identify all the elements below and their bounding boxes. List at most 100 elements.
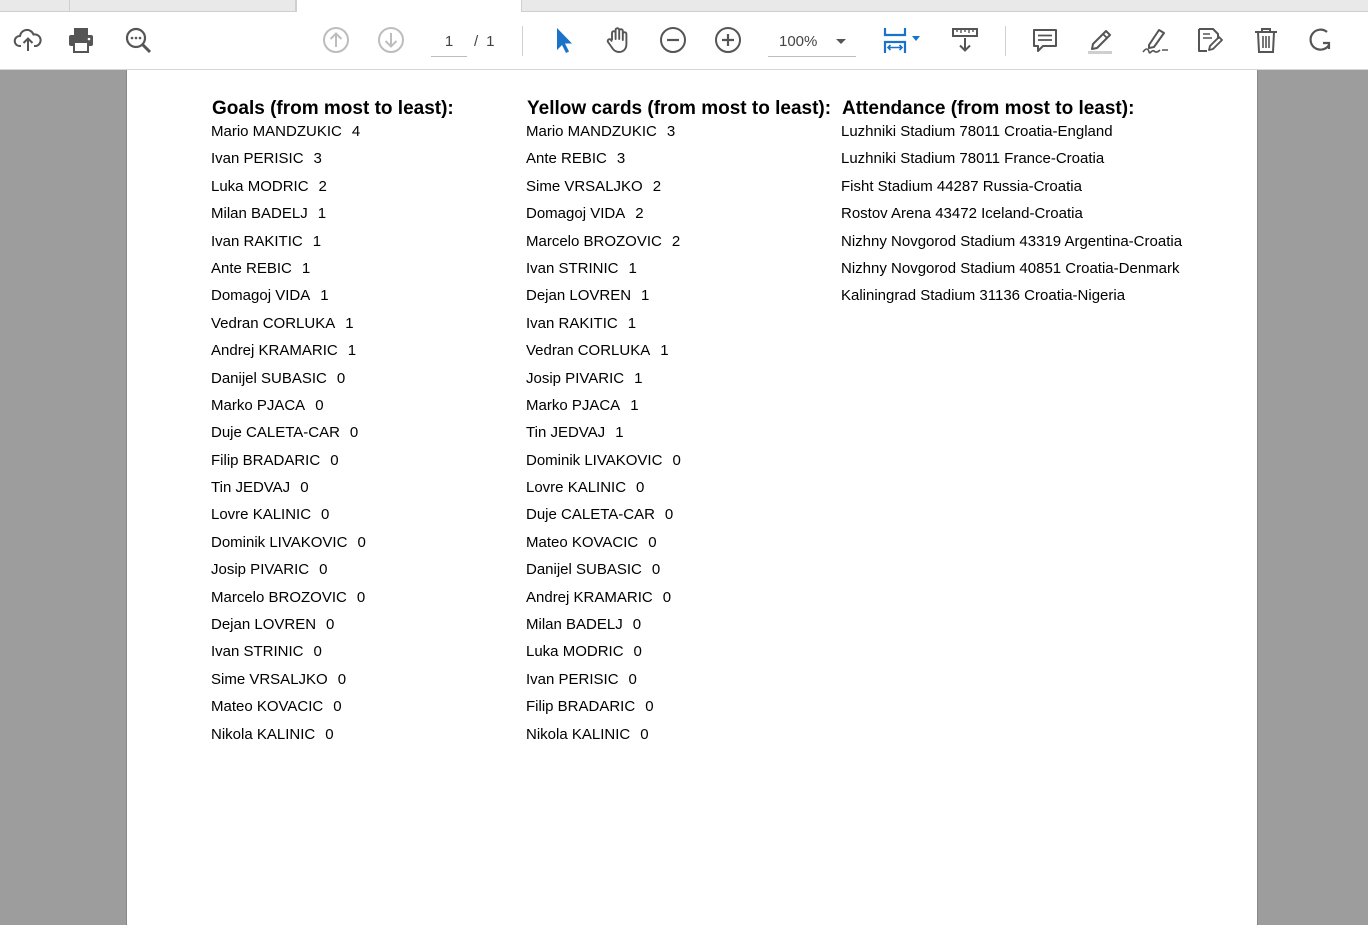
select-tool-button[interactable] xyxy=(546,23,580,57)
player-name: Duje CALETA-CAR xyxy=(211,424,340,442)
list-item: Andrej KRAMARIC 0 xyxy=(526,587,838,614)
stat-value: 0 xyxy=(330,451,339,469)
list-item: Andrej KRAMARIC 1 xyxy=(211,340,521,367)
zoom-in-icon xyxy=(715,27,741,53)
rotate-icon xyxy=(1309,28,1331,51)
print-button[interactable] xyxy=(64,23,98,57)
list-item: Dominik LIVAKOVIC 0 xyxy=(526,450,838,477)
stat-value: 0 xyxy=(628,670,637,688)
list-item: Duje CALETA-CAR 0 xyxy=(211,422,521,449)
stat-value: 0 xyxy=(648,533,657,551)
stat-value: 1 xyxy=(628,259,637,277)
print-icon xyxy=(69,28,93,53)
stat-value: 0 xyxy=(349,424,359,442)
player-name: Marko PJACA xyxy=(526,396,621,414)
player-name: Luka MODRIC xyxy=(526,643,624,661)
tab-active[interactable] xyxy=(296,0,522,12)
player-name: Ivan PERISIC xyxy=(211,150,304,168)
stat-value: 1 xyxy=(312,232,322,250)
next-page-button[interactable] xyxy=(374,23,408,57)
find-button[interactable] xyxy=(121,23,155,57)
page-number-input[interactable]: 1 xyxy=(431,29,467,57)
player-name: Filip BRADARIC xyxy=(211,451,321,469)
player-name: Luka MODRIC xyxy=(211,177,309,195)
tab-2[interactable] xyxy=(70,0,296,12)
stat-value: 2 xyxy=(671,232,681,250)
list-item: Ante REBIC 1 xyxy=(211,258,521,285)
delete-icon xyxy=(1255,28,1277,53)
list-item: Danijel SUBASIC 0 xyxy=(211,368,521,395)
toolbar-divider xyxy=(1005,26,1006,56)
player-name: Ivan RAKITIC xyxy=(526,314,618,332)
player-name: Milan BADELJ xyxy=(211,205,308,223)
page-up-icon xyxy=(323,27,349,53)
list-item: Nikola KALINIC 0 xyxy=(211,724,521,751)
list-item: Danijel SUBASIC 0 xyxy=(526,559,838,586)
player-name: Nikola KALINIC xyxy=(211,725,316,743)
previous-page-button[interactable] xyxy=(319,23,353,57)
hand-tool-button[interactable] xyxy=(601,23,635,57)
player-name: Sime VRSALJKO xyxy=(526,177,643,195)
sign-icon xyxy=(1142,29,1168,54)
stat-value: 1 xyxy=(317,205,327,223)
goals-list: Mario MANDZUKIC 4 Ivan PERISIC 3 Luka MODRIC… xyxy=(211,121,521,751)
stat-value: 1 xyxy=(347,342,357,360)
player-name: Mateo KOVACIC xyxy=(211,698,324,716)
fit-page-button[interactable] xyxy=(876,23,926,57)
list-item: Ivan RAKITIC 1 xyxy=(211,231,521,258)
stat-value: 1 xyxy=(641,287,650,305)
cloud-upload-icon xyxy=(13,28,42,51)
stat-value: 0 xyxy=(336,369,346,387)
list-item: Fisht Stadium 44287 Russia-Croatia xyxy=(841,177,1082,195)
stat-value: 1 xyxy=(634,369,643,387)
edit-button[interactable] xyxy=(1193,23,1227,57)
player-name: Vedran CORLUKA xyxy=(526,342,651,360)
player-name: Marcelo BROZOVIC xyxy=(526,232,662,250)
list-item: Kaliningrad Stadium 31136 Croatia-Nigeri… xyxy=(841,287,1126,305)
fit-page-icon xyxy=(883,28,920,53)
list-item: Lovre KALINIC 0 xyxy=(211,504,521,531)
stat-value: 0 xyxy=(357,533,366,551)
player-name: Ivan PERISIC xyxy=(526,670,619,688)
stat-value: 0 xyxy=(662,588,672,606)
chevron-down-icon[interactable] xyxy=(836,39,846,44)
zoom-in-button[interactable] xyxy=(711,23,745,57)
player-name: Milan BADELJ xyxy=(526,616,623,634)
list-item: Domagoj VIDA 2 xyxy=(526,203,838,230)
player-name: Marko PJACA xyxy=(211,396,306,414)
scroll-mode-button[interactable] xyxy=(948,23,982,57)
stat-value: 2 xyxy=(635,205,644,223)
attendance-heading: Attendance (from most to least): xyxy=(842,98,1135,119)
edit-icon xyxy=(1198,28,1223,52)
list-item: Mario MANDZUKIC 3 xyxy=(526,121,838,148)
comment-button[interactable] xyxy=(1028,23,1062,57)
sign-button[interactable] xyxy=(1138,23,1172,57)
player-name: Ivan STRINIC xyxy=(526,259,619,277)
page-count: /1 xyxy=(474,29,495,57)
zoom-out-icon xyxy=(660,27,686,53)
delete-button[interactable] xyxy=(1249,23,1283,57)
goals-heading: Goals (from most to least): xyxy=(212,98,454,119)
list-item: Tin JEDVAJ 1 xyxy=(526,422,838,449)
list-item: Rostov Arena 43472 Iceland-Croatia xyxy=(841,205,1083,223)
list-item: Josip PIVARIC 1 xyxy=(526,368,838,395)
list-item: Marko PJACA 0 xyxy=(211,395,521,422)
player-name: Duje CALETA-CAR xyxy=(526,506,655,524)
list-item: Dejan LOVREN 1 xyxy=(526,285,838,312)
player-name: Lovre KALINIC xyxy=(211,506,312,524)
upload-button[interactable] xyxy=(11,23,45,57)
stat-value: 0 xyxy=(315,396,324,414)
stat-value: 0 xyxy=(672,451,681,469)
zoom-out-button[interactable] xyxy=(656,23,690,57)
stat-value: 0 xyxy=(356,588,366,606)
highlight-button[interactable] xyxy=(1083,23,1117,57)
stat-value: 0 xyxy=(337,670,347,688)
list-item: Nizhny Novgorod Stadium 43319 Argentina-… xyxy=(841,232,1183,250)
rotate-button[interactable] xyxy=(1303,23,1337,57)
tab-1[interactable] xyxy=(0,0,70,12)
list-item: Vedran CORLUKA 1 xyxy=(211,313,521,340)
list-item: Sime VRSALJKO 0 xyxy=(211,669,521,696)
stat-value: 1 xyxy=(630,396,639,414)
list-item: Luzhniki Stadium 78011 Croatia-England xyxy=(841,123,1113,140)
comment-icon xyxy=(1033,29,1057,52)
